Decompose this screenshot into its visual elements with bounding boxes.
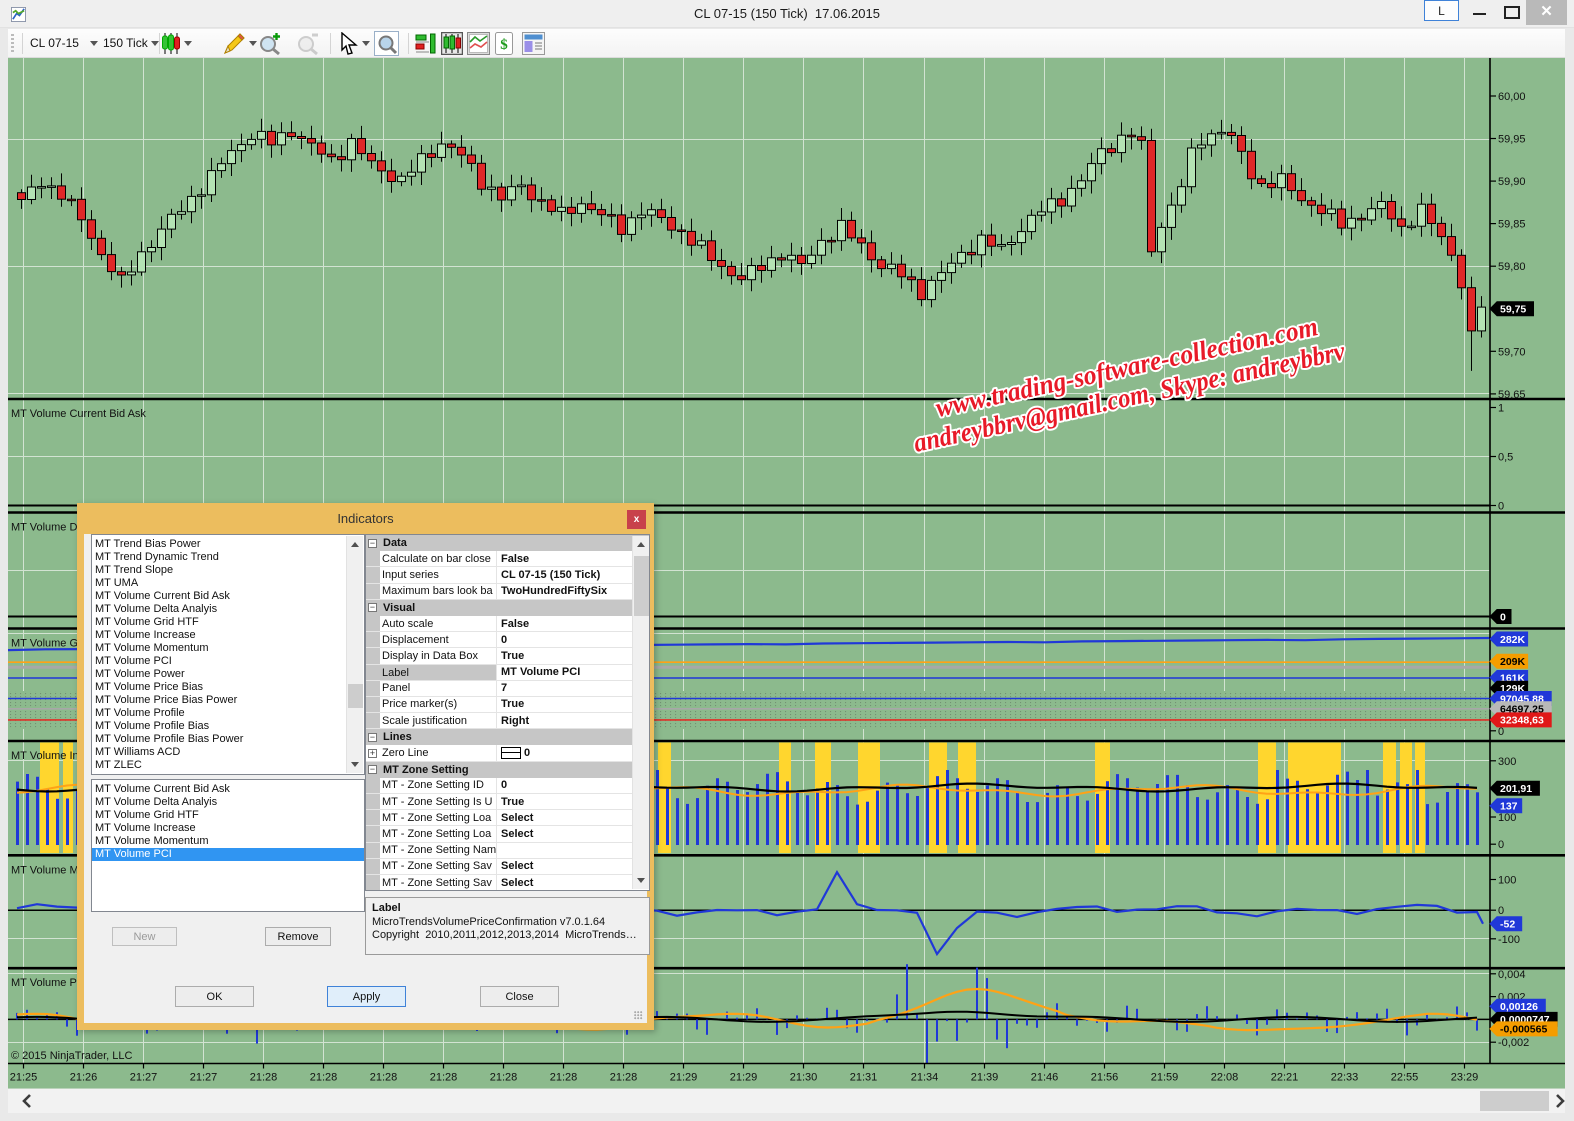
svg-text:21:26: 21:26 — [70, 1072, 98, 1084]
svg-text:21:28: 21:28 — [490, 1072, 518, 1084]
svg-text:21:29: 21:29 — [730, 1072, 758, 1084]
svg-text:21:56: 21:56 — [1091, 1072, 1119, 1084]
svg-text:59,95: 59,95 — [1498, 134, 1526, 146]
svg-text:201,91: 201,91 — [1500, 783, 1532, 795]
svg-text:59,90: 59,90 — [1498, 176, 1526, 188]
svg-text:-0,002: -0,002 — [1498, 1037, 1529, 1049]
svg-text:-52: -52 — [1500, 919, 1515, 931]
svg-text:21:28: 21:28 — [250, 1072, 278, 1084]
svg-text:100: 100 — [1498, 875, 1516, 887]
svg-text:300: 300 — [1498, 756, 1516, 768]
svg-text:21:39: 21:39 — [971, 1072, 999, 1084]
svg-text:0: 0 — [1498, 726, 1504, 738]
svg-text:21:29: 21:29 — [670, 1072, 698, 1084]
svg-text:22:08: 22:08 — [1211, 1072, 1239, 1084]
svg-text:0: 0 — [1498, 905, 1504, 917]
svg-text:22:33: 22:33 — [1331, 1072, 1359, 1084]
svg-text:137: 137 — [1500, 801, 1518, 813]
svg-text:21:28: 21:28 — [550, 1072, 578, 1084]
svg-text:21:27: 21:27 — [130, 1072, 158, 1084]
svg-text:0,5: 0,5 — [1498, 452, 1513, 464]
svg-text:59,65: 59,65 — [1498, 389, 1526, 401]
svg-text:100: 100 — [1498, 812, 1516, 824]
svg-text:0: 0 — [1498, 839, 1504, 851]
svg-text:21:46: 21:46 — [1031, 1072, 1059, 1084]
svg-text:-0,000565: -0,000565 — [1500, 1024, 1547, 1036]
svg-text:209K: 209K — [1500, 656, 1526, 668]
svg-text:0,00126: 0,00126 — [1500, 1001, 1538, 1013]
svg-text:21:34: 21:34 — [911, 1072, 939, 1084]
svg-text:22:21: 22:21 — [1271, 1072, 1299, 1084]
svg-text:21:31: 21:31 — [850, 1072, 878, 1084]
svg-text:59,80: 59,80 — [1498, 261, 1526, 273]
svg-text:21:28: 21:28 — [310, 1072, 338, 1084]
svg-text:1: 1 — [1498, 403, 1504, 415]
svg-text:60,00: 60,00 — [1498, 91, 1526, 103]
svg-text:21:59: 21:59 — [1151, 1072, 1179, 1084]
svg-text:59,85: 59,85 — [1498, 219, 1526, 231]
svg-text:21:28: 21:28 — [430, 1072, 458, 1084]
svg-text:59,70: 59,70 — [1498, 346, 1526, 358]
svg-text:32348,63: 32348,63 — [1500, 715, 1544, 727]
svg-text:0: 0 — [1498, 501, 1504, 513]
svg-text:0: 0 — [1500, 611, 1506, 623]
svg-text:© 2015 NinjaTrader, LLC: © 2015 NinjaTrader, LLC — [11, 1050, 132, 1062]
svg-text:21:30: 21:30 — [790, 1072, 818, 1084]
svg-text:$: $ — [500, 37, 508, 53]
svg-text:23:29: 23:29 — [1451, 1072, 1479, 1084]
svg-text:22:55: 22:55 — [1391, 1072, 1419, 1084]
svg-text:21:28: 21:28 — [370, 1072, 398, 1084]
svg-text:59,75: 59,75 — [1500, 304, 1526, 316]
svg-text:21:28: 21:28 — [610, 1072, 638, 1084]
svg-text:282K: 282K — [1500, 634, 1526, 646]
svg-text:21:25: 21:25 — [10, 1072, 38, 1084]
svg-text:MT Volume Current Bid Ask: MT Volume Current Bid Ask — [11, 408, 146, 420]
svg-text:21:27: 21:27 — [190, 1072, 218, 1084]
svg-text:-100: -100 — [1498, 934, 1520, 946]
svg-text:0,004: 0,004 — [1498, 969, 1526, 981]
